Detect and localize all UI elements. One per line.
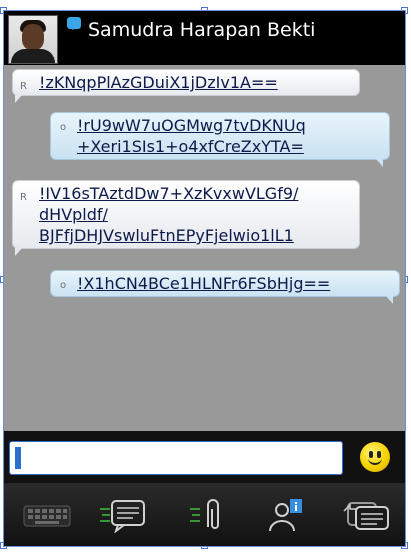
avatar[interactable] [8,15,58,64]
message-text: !zKNqpPlAzGDuiX1jDzIv1A== [39,73,278,92]
chat-window: Samudra Harapan Bekti R !zKNqpPlAzGDuiX1… [3,10,406,547]
message-text: +Xeri1SIs1+o4xfCreZxYTA= [77,137,304,156]
delivery-status-icon: o [60,280,67,291]
message-text: BJFfjDHJVswluFtnEPyFjelwio1lL1 [39,226,294,245]
delivery-status-icon: o [60,122,67,133]
message-outgoing[interactable]: o !X1hCN4BCe1HLNFr6FSbHjg== [50,270,400,304]
text-caret [15,447,21,469]
switch-chat-icon[interactable] [342,497,392,533]
compose-bar [4,431,405,483]
attachment-icon[interactable] [186,497,236,533]
message-outgoing[interactable]: o !rU9wW7uOGMwg7tvDKNUq +Xeri1SIs1+o4xfC… [50,112,390,167]
emoticon-icon[interactable] [360,442,390,472]
read-status-icon: R [20,81,27,92]
message-incoming[interactable]: R !zKNqpPlAzGDuiX1jDzIv1A== [12,69,360,103]
contact-info-icon[interactable] [266,497,316,533]
chat-header: Samudra Harapan Bekti [4,11,405,65]
message-input[interactable] [9,441,343,475]
contact-name: Samudra Harapan Bekti [88,19,316,41]
bottom-toolbar [4,483,405,546]
new-message-icon[interactable] [98,497,148,534]
message-text: dHVpldf/ [39,205,108,224]
message-text: !X1hCN4BCe1HLNFr6FSbHjg== [77,274,331,293]
message-text: !IV16sTAztdDw7+XzKvxwVLGf9/ [39,184,299,203]
keyboard-icon[interactable] [22,497,72,533]
message-text: !rU9wW7uOGMwg7tvDKNUq [77,116,306,135]
message-incoming[interactable]: R !IV16sTAztdDw7+XzKvxwVLGf9/ dHVpldf/ B… [12,180,360,256]
read-status-icon: R [20,192,27,203]
bbm-icon [67,17,81,30]
